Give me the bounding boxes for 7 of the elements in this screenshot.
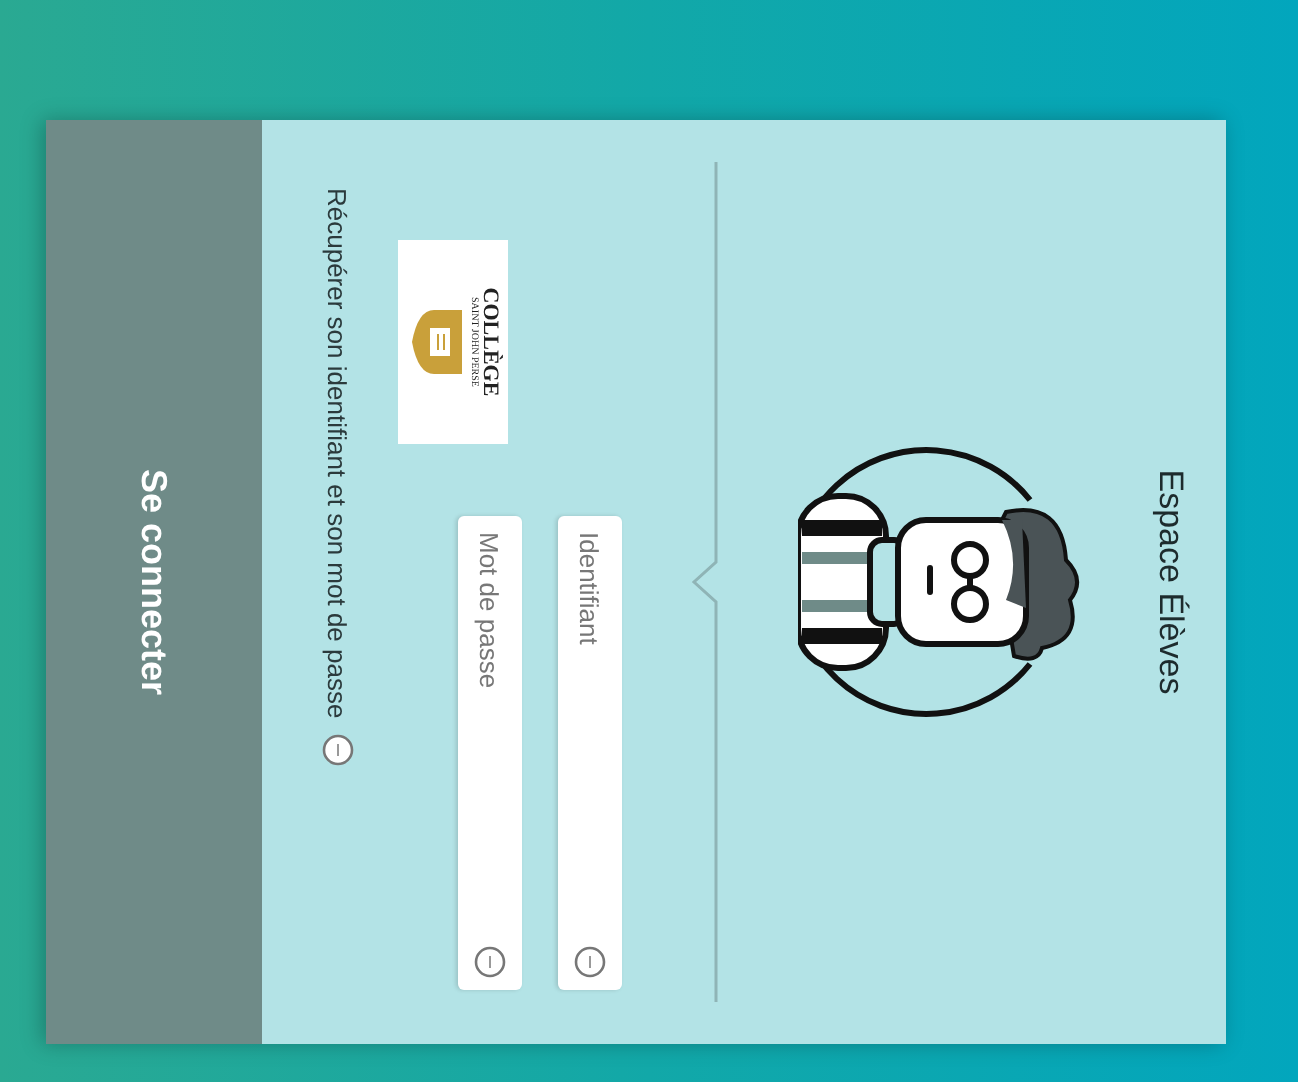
logo-name: COLLÈGE [477,286,501,396]
input-field[interactable]: Identifiant [557,515,621,989]
recover-credentials-link[interactable]: Récupérer son identifiant et son mot de passe [322,187,352,718]
circle-icon[interactable] [321,733,353,766]
input-field[interactable]: Mot de passe [457,515,521,989]
page-title: Espace Élèves [1149,466,1189,698]
login-button[interactable]: Se connecter [45,119,261,1043]
